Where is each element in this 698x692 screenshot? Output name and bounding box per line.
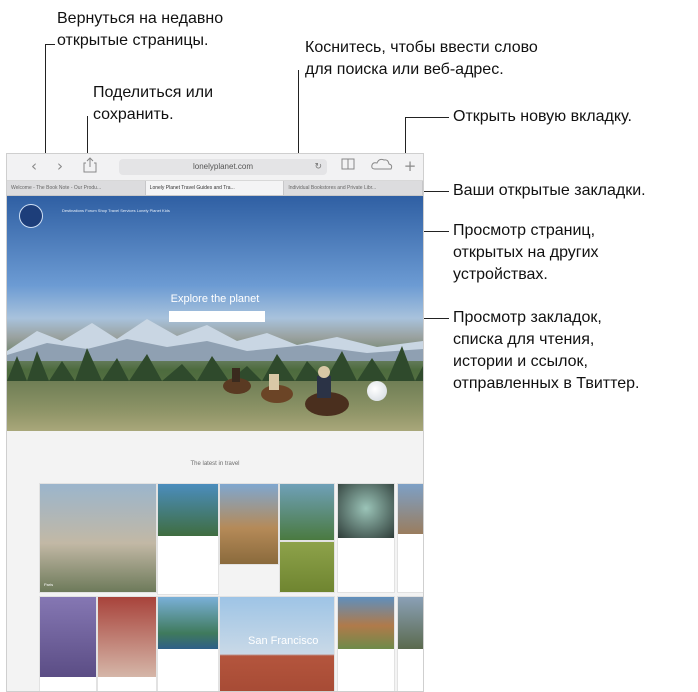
card-photo — [158, 597, 218, 649]
callout-open-tabs: Ваши открытые закладки. — [453, 182, 646, 199]
card-caption: San Francisco — [248, 635, 319, 647]
card-photo — [338, 484, 394, 538]
card-2[interactable] — [157, 483, 219, 595]
tab-2-active[interactable]: Lonely Planet Travel Guides and Tra... — [145, 181, 285, 195]
address-bar-url: lonelyplanet.com — [192, 162, 254, 171]
leader-line-opentabs — [420, 191, 449, 192]
leader-line-recent — [45, 44, 46, 160]
card-photo — [40, 597, 96, 677]
leader-line-recent-h — [45, 44, 55, 45]
site-nav-links[interactable]: Destinations Forum Shop Travel Services … — [62, 208, 170, 213]
card-6[interactable] — [337, 483, 395, 593]
tab-bar: Welcome - The Book Note - Our Produ... L… — [7, 181, 423, 196]
riders-image — [223, 366, 349, 416]
card-castle[interactable] — [397, 596, 423, 691]
bookmarks-icon[interactable] — [339, 157, 357, 175]
card-colosseum[interactable] — [219, 483, 279, 565]
card-canyon[interactable] — [337, 596, 395, 691]
card-photo — [280, 542, 334, 592]
plus-icon[interactable]: + — [401, 157, 419, 175]
hero-banner: Destinations Forum Shop Travel Services … — [7, 196, 423, 431]
tab-1[interactable]: Welcome - The Book Note - Our Produ... — [7, 181, 146, 195]
leader-line-search — [298, 70, 299, 158]
section-title: The latest in travel — [190, 461, 240, 467]
browser-toolbar: ‹ › lonelyplanet.com ↻ + — [7, 154, 423, 181]
card-photo — [40, 484, 156, 592]
card-photo — [398, 597, 423, 649]
card-photo — [98, 597, 156, 677]
card-paris[interactable]: Paris — [39, 483, 157, 593]
card-photo — [280, 484, 334, 540]
share-icon[interactable] — [81, 157, 99, 175]
reload-icon[interactable]: ↻ — [314, 159, 322, 175]
card-photo — [338, 597, 394, 649]
card-7[interactable] — [397, 483, 423, 593]
globe-icon — [367, 381, 387, 401]
card-lavender[interactable] — [39, 596, 97, 691]
card-mountain-lake[interactable] — [157, 596, 219, 691]
site-search-input[interactable] — [169, 311, 265, 322]
card-photo — [398, 484, 423, 534]
callout-recent-pages: Вернуться на недавно открытые страницы. — [57, 10, 224, 49]
tab-3[interactable]: Individual Bookstores and Private Libr..… — [284, 181, 423, 195]
lonely-planet-logo[interactable] — [19, 204, 43, 228]
browser-screen: ‹ › lonelyplanet.com ↻ + Welcome - The B… — [6, 153, 424, 692]
hero-title: Explore the planet — [170, 293, 260, 305]
card-photo — [158, 484, 218, 536]
card-caption: Paris — [44, 582, 54, 587]
leader-line-newtab-v — [405, 117, 406, 157]
card-china[interactable] — [97, 596, 157, 691]
callout-search-address: Коснитесь, чтобы ввести слово для поиска… — [305, 39, 538, 78]
card-5[interactable] — [279, 541, 335, 593]
callout-other-devices: Просмотр страниц, открытых на других уст… — [453, 222, 599, 283]
leader-line-newtab-h — [405, 117, 449, 118]
card-photo — [220, 484, 278, 564]
callout-bookmarks: Просмотр закладок, списка для чтения, ис… — [453, 309, 640, 392]
callout-share-save: Поделиться или сохранить. — [93, 84, 214, 123]
chevron-left-icon[interactable]: ‹ — [25, 157, 43, 175]
card-san-francisco[interactable]: San Francisco — [219, 596, 335, 691]
callout-new-tab: Открыть новую вкладку. — [453, 108, 632, 125]
card-4[interactable] — [279, 483, 335, 541]
chevron-right-icon[interactable]: › — [51, 157, 69, 175]
latest-section: The latest in travel Paris San Francisco — [7, 431, 423, 691]
cloud-icon[interactable] — [369, 157, 395, 175]
address-bar[interactable]: lonelyplanet.com ↻ — [119, 159, 327, 175]
